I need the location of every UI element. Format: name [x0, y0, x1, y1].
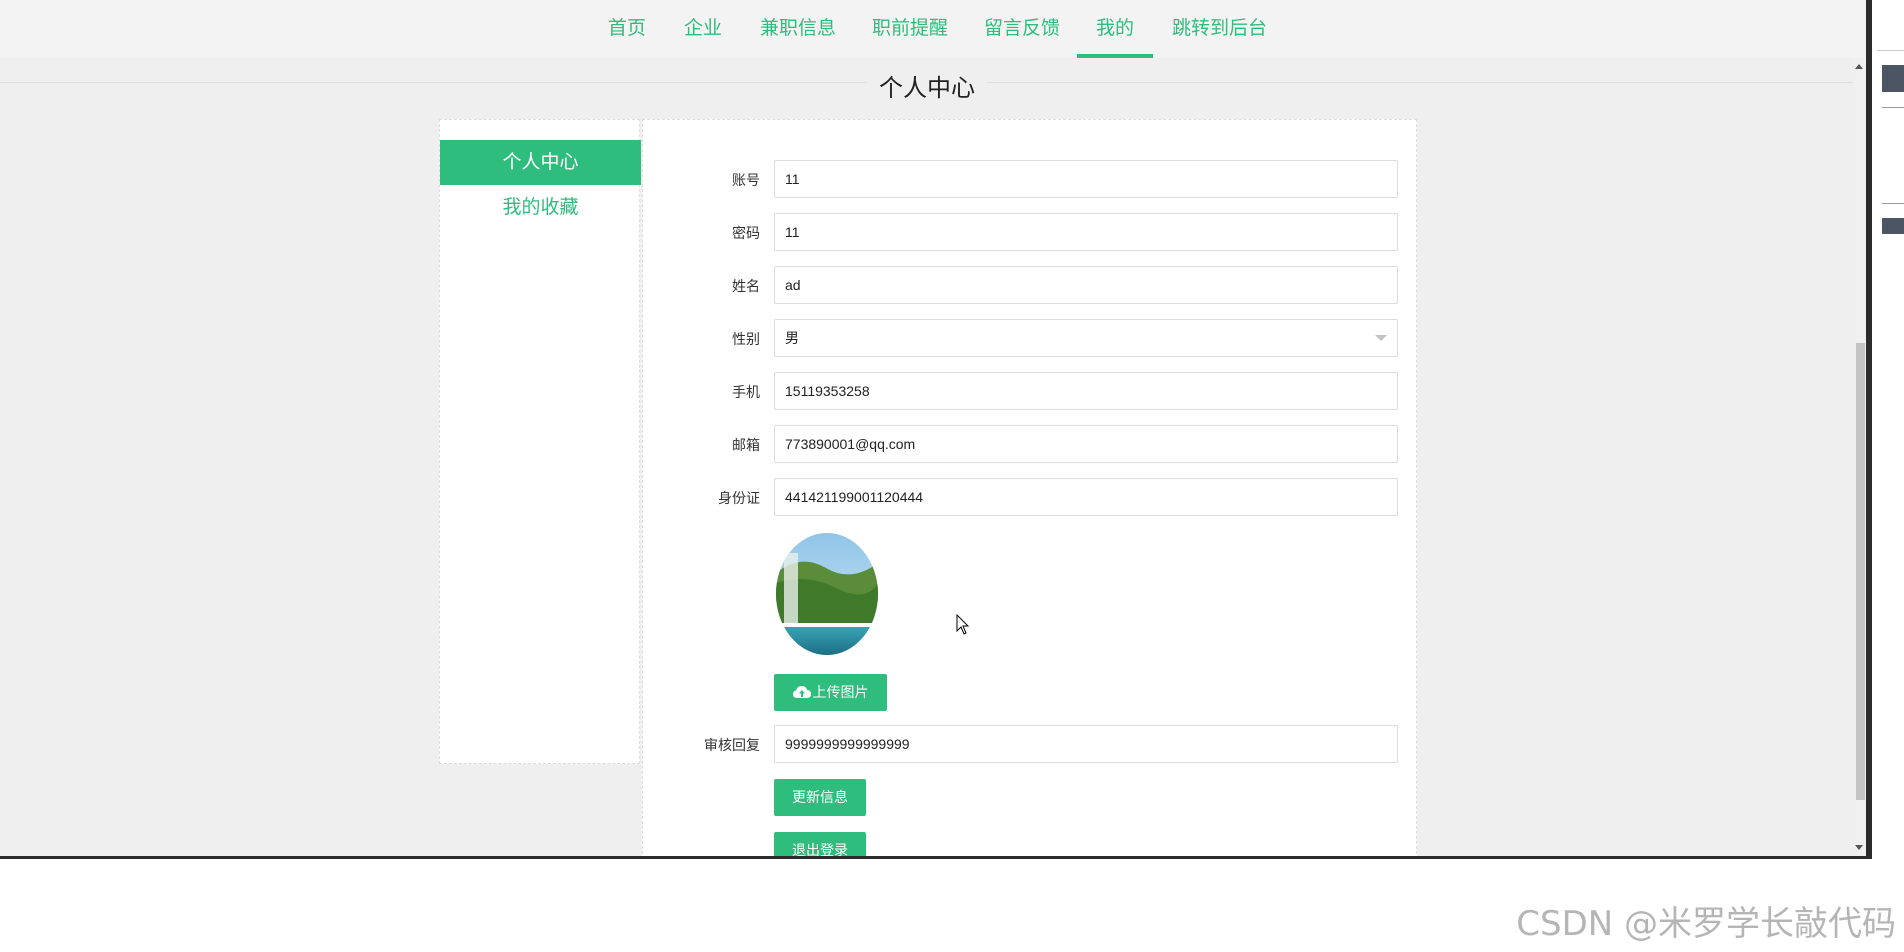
upload-image-button[interactable]: 上传图片	[774, 674, 887, 711]
edge-line	[1882, 107, 1904, 108]
name-field[interactable]: ad	[774, 266, 1398, 304]
nav-item-mine[interactable]: 我的	[1077, 0, 1153, 58]
edge-line	[1877, 50, 1904, 51]
nav-item-go-to-admin[interactable]: 跳转到后台	[1172, 0, 1267, 58]
nav-item-home[interactable]: 首页	[608, 0, 646, 58]
email-field[interactable]: 773890001@qq.com	[774, 425, 1398, 463]
nav-item-preemployment-reminder[interactable]: 职前提醒	[872, 0, 948, 58]
email-label: 邮箱	[732, 438, 760, 454]
page-title: 个人中心	[0, 68, 1854, 103]
page: 首页 企业 兼职信息 职前提醒 留言反馈 我的 跳转到后台 个人中心 个人中心 …	[0, 0, 1904, 952]
sidebar: 个人中心 我的收藏	[439, 119, 641, 764]
profile-form: 账号 11 密码 11 姓名 ad 性别 男 手机 15119353258 邮箱…	[642, 119, 1417, 858]
scroll-up-arrow-icon[interactable]	[1855, 64, 1863, 69]
gender-select[interactable]: 男	[774, 319, 1398, 357]
watermark-text: CSDN @米罗学长敲代码	[1516, 904, 1896, 944]
edge-dark-block	[1882, 65, 1904, 92]
name-label: 姓名	[732, 279, 760, 295]
scrollbar-thumb[interactable]	[1856, 343, 1865, 800]
cloud-upload-icon	[792, 686, 811, 698]
gender-select-value: 男	[785, 330, 799, 346]
chevron-down-icon	[1375, 335, 1387, 341]
password-field[interactable]: 11	[774, 213, 1398, 251]
edge-dark-block	[1882, 218, 1904, 234]
review-reply-label: 审核回复	[704, 738, 760, 754]
scroll-down-arrow-icon[interactable]	[1855, 845, 1863, 850]
landscape-photo	[776, 533, 878, 655]
avatar-image	[776, 533, 878, 655]
nav-item-company[interactable]: 企业	[684, 0, 722, 58]
sidebar-item-personal-center[interactable]: 个人中心	[440, 140, 641, 185]
account-label: 账号	[732, 173, 760, 189]
sidebar-item-my-favorites[interactable]: 我的收藏	[440, 185, 641, 230]
nav-item-parttime-info[interactable]: 兼职信息	[760, 0, 836, 58]
page-title-text: 个人中心	[867, 74, 987, 102]
logout-button[interactable]: 退出登录	[774, 832, 866, 858]
phone-label: 手机	[732, 385, 760, 401]
window-frame-bottom	[0, 856, 1872, 859]
edge-line	[1882, 203, 1904, 204]
password-label: 密码	[732, 226, 760, 242]
gender-label: 性别	[732, 332, 760, 348]
review-reply-field[interactable]: 9999999999999999	[774, 725, 1398, 763]
phone-field[interactable]: 15119353258	[774, 372, 1398, 410]
update-info-button[interactable]: 更新信息	[774, 779, 866, 816]
mouse-pointer-icon	[956, 614, 970, 635]
id-card-field[interactable]: 441421199001120444	[774, 478, 1398, 516]
id-card-label: 身份证	[718, 491, 760, 507]
browser-viewport: 首页 企业 兼职信息 职前提醒 留言反馈 我的 跳转到后台 个人中心 个人中心 …	[0, 0, 1866, 858]
top-nav: 首页 企业 兼职信息 职前提醒 留言反馈 我的 跳转到后台	[0, 0, 1866, 58]
account-field[interactable]: 11	[774, 160, 1398, 198]
upload-image-label: 上传图片	[812, 684, 869, 700]
nav-item-message-feedback[interactable]: 留言反馈	[984, 0, 1060, 58]
vertical-scrollbar[interactable]	[1853, 58, 1866, 858]
background-window-edge	[1872, 0, 1904, 858]
